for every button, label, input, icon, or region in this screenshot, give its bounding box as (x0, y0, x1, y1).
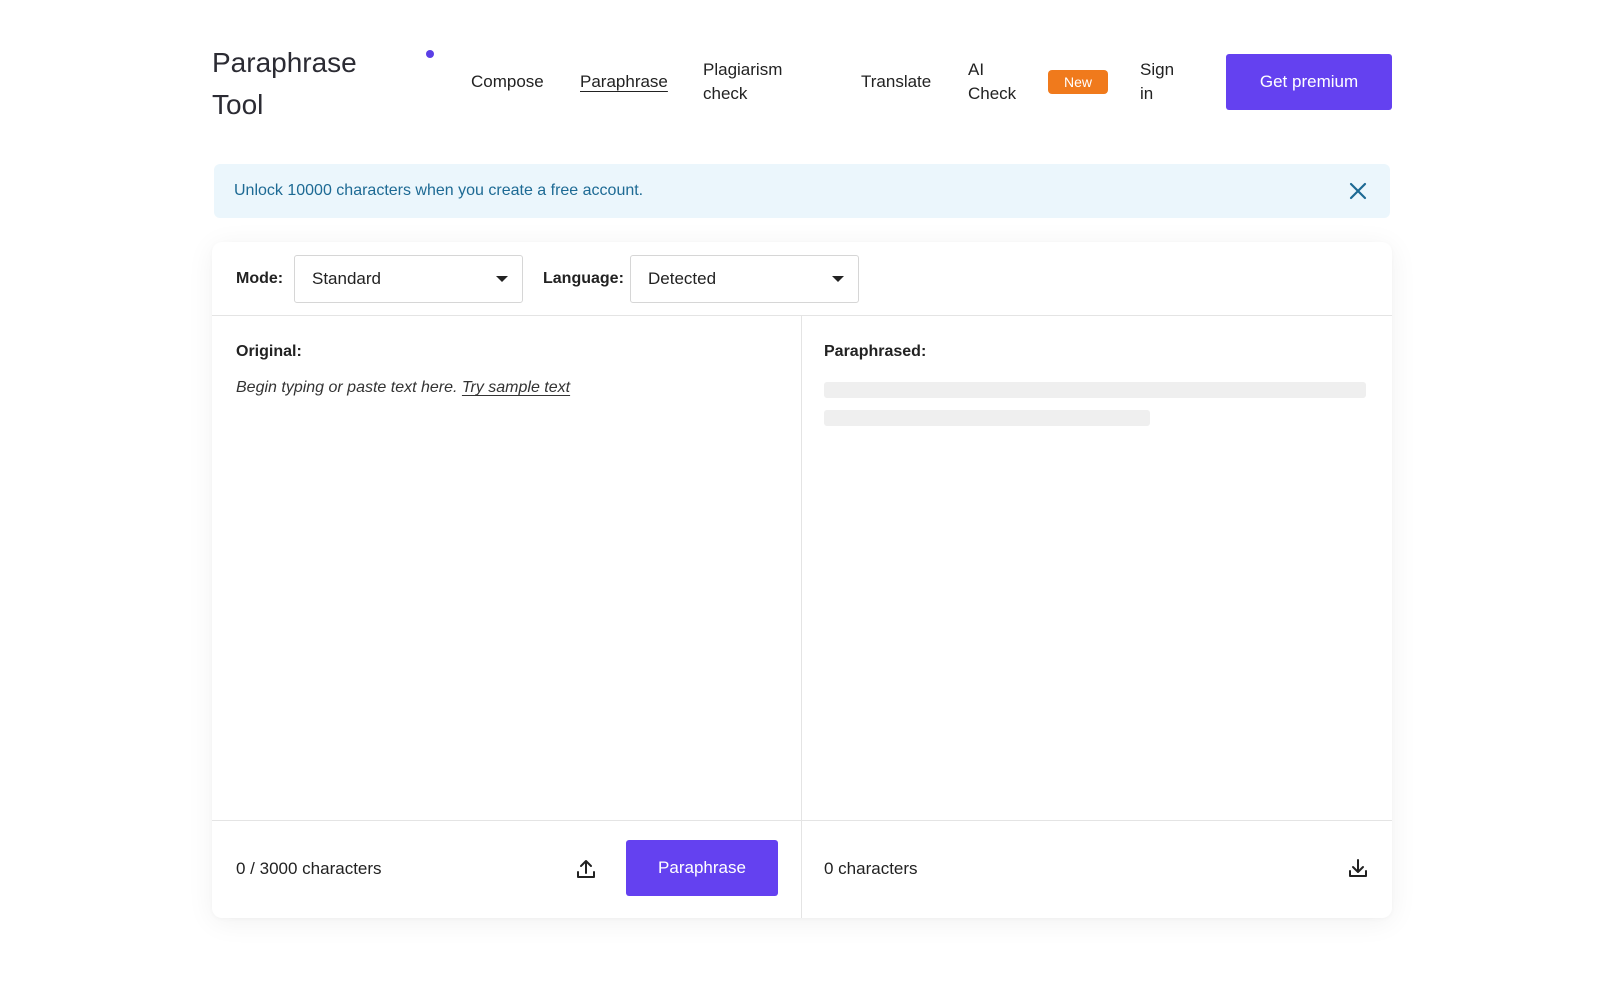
options-toolbar: Mode: Standard Language: Detected (212, 242, 1392, 316)
new-badge: New (1048, 70, 1108, 94)
nav-sign-in[interactable]: Sign in (1140, 58, 1182, 106)
nav-ai-check[interactable]: AI Check (968, 58, 1024, 106)
language-select[interactable]: Detected (630, 255, 859, 303)
mode-label: Mode: (236, 270, 284, 287)
paraphrase-card: Mode: Standard Language: Detected Origin… (212, 242, 1392, 918)
nav-paraphrase[interactable]: Paraphrase (580, 70, 668, 94)
nav-plagiarism-check[interactable]: Plagiarism check (703, 58, 803, 106)
nav-translate[interactable]: Translate (861, 70, 931, 94)
caret-down-icon (832, 276, 844, 282)
language-label: Language: (543, 270, 624, 287)
get-premium-button[interactable]: Get premium (1226, 54, 1392, 110)
original-label: Original: (236, 343, 302, 360)
footer-divider (212, 820, 1392, 821)
logo-text[interactable]: Paraphrase Tool (212, 42, 382, 126)
site-header: Paraphrase Tool Compose Paraphrase Plagi… (212, 40, 1392, 130)
mode-select[interactable]: Standard (294, 255, 523, 303)
pane-divider (801, 316, 802, 918)
paraphrased-label: Paraphrased: (824, 343, 927, 360)
original-text-input[interactable]: Begin typing or paste text here. Try sam… (236, 378, 570, 398)
loading-skeleton-line (824, 382, 1366, 398)
mode-select-value: Standard (312, 269, 381, 288)
original-char-count: 0 / 3000 characters (236, 859, 382, 878)
logo-dot-icon (426, 50, 434, 58)
language-select-value: Detected (648, 269, 717, 288)
nav-compose[interactable]: Compose (471, 70, 544, 94)
banner-text: Unlock 10000 characters when you create … (234, 182, 644, 199)
upload-icon[interactable] (574, 857, 598, 881)
download-icon[interactable] (1346, 856, 1370, 880)
original-placeholder: Begin typing or paste text here. (236, 379, 458, 396)
paraphrased-char-count: 0 characters (824, 859, 918, 878)
try-sample-text-link[interactable]: Try sample text (462, 379, 570, 396)
caret-down-icon (496, 276, 508, 282)
loading-skeleton-line (824, 410, 1150, 426)
paraphrase-button[interactable]: Paraphrase (626, 840, 778, 896)
close-icon[interactable] (1348, 181, 1368, 201)
signup-banner: Unlock 10000 characters when you create … (214, 164, 1390, 218)
